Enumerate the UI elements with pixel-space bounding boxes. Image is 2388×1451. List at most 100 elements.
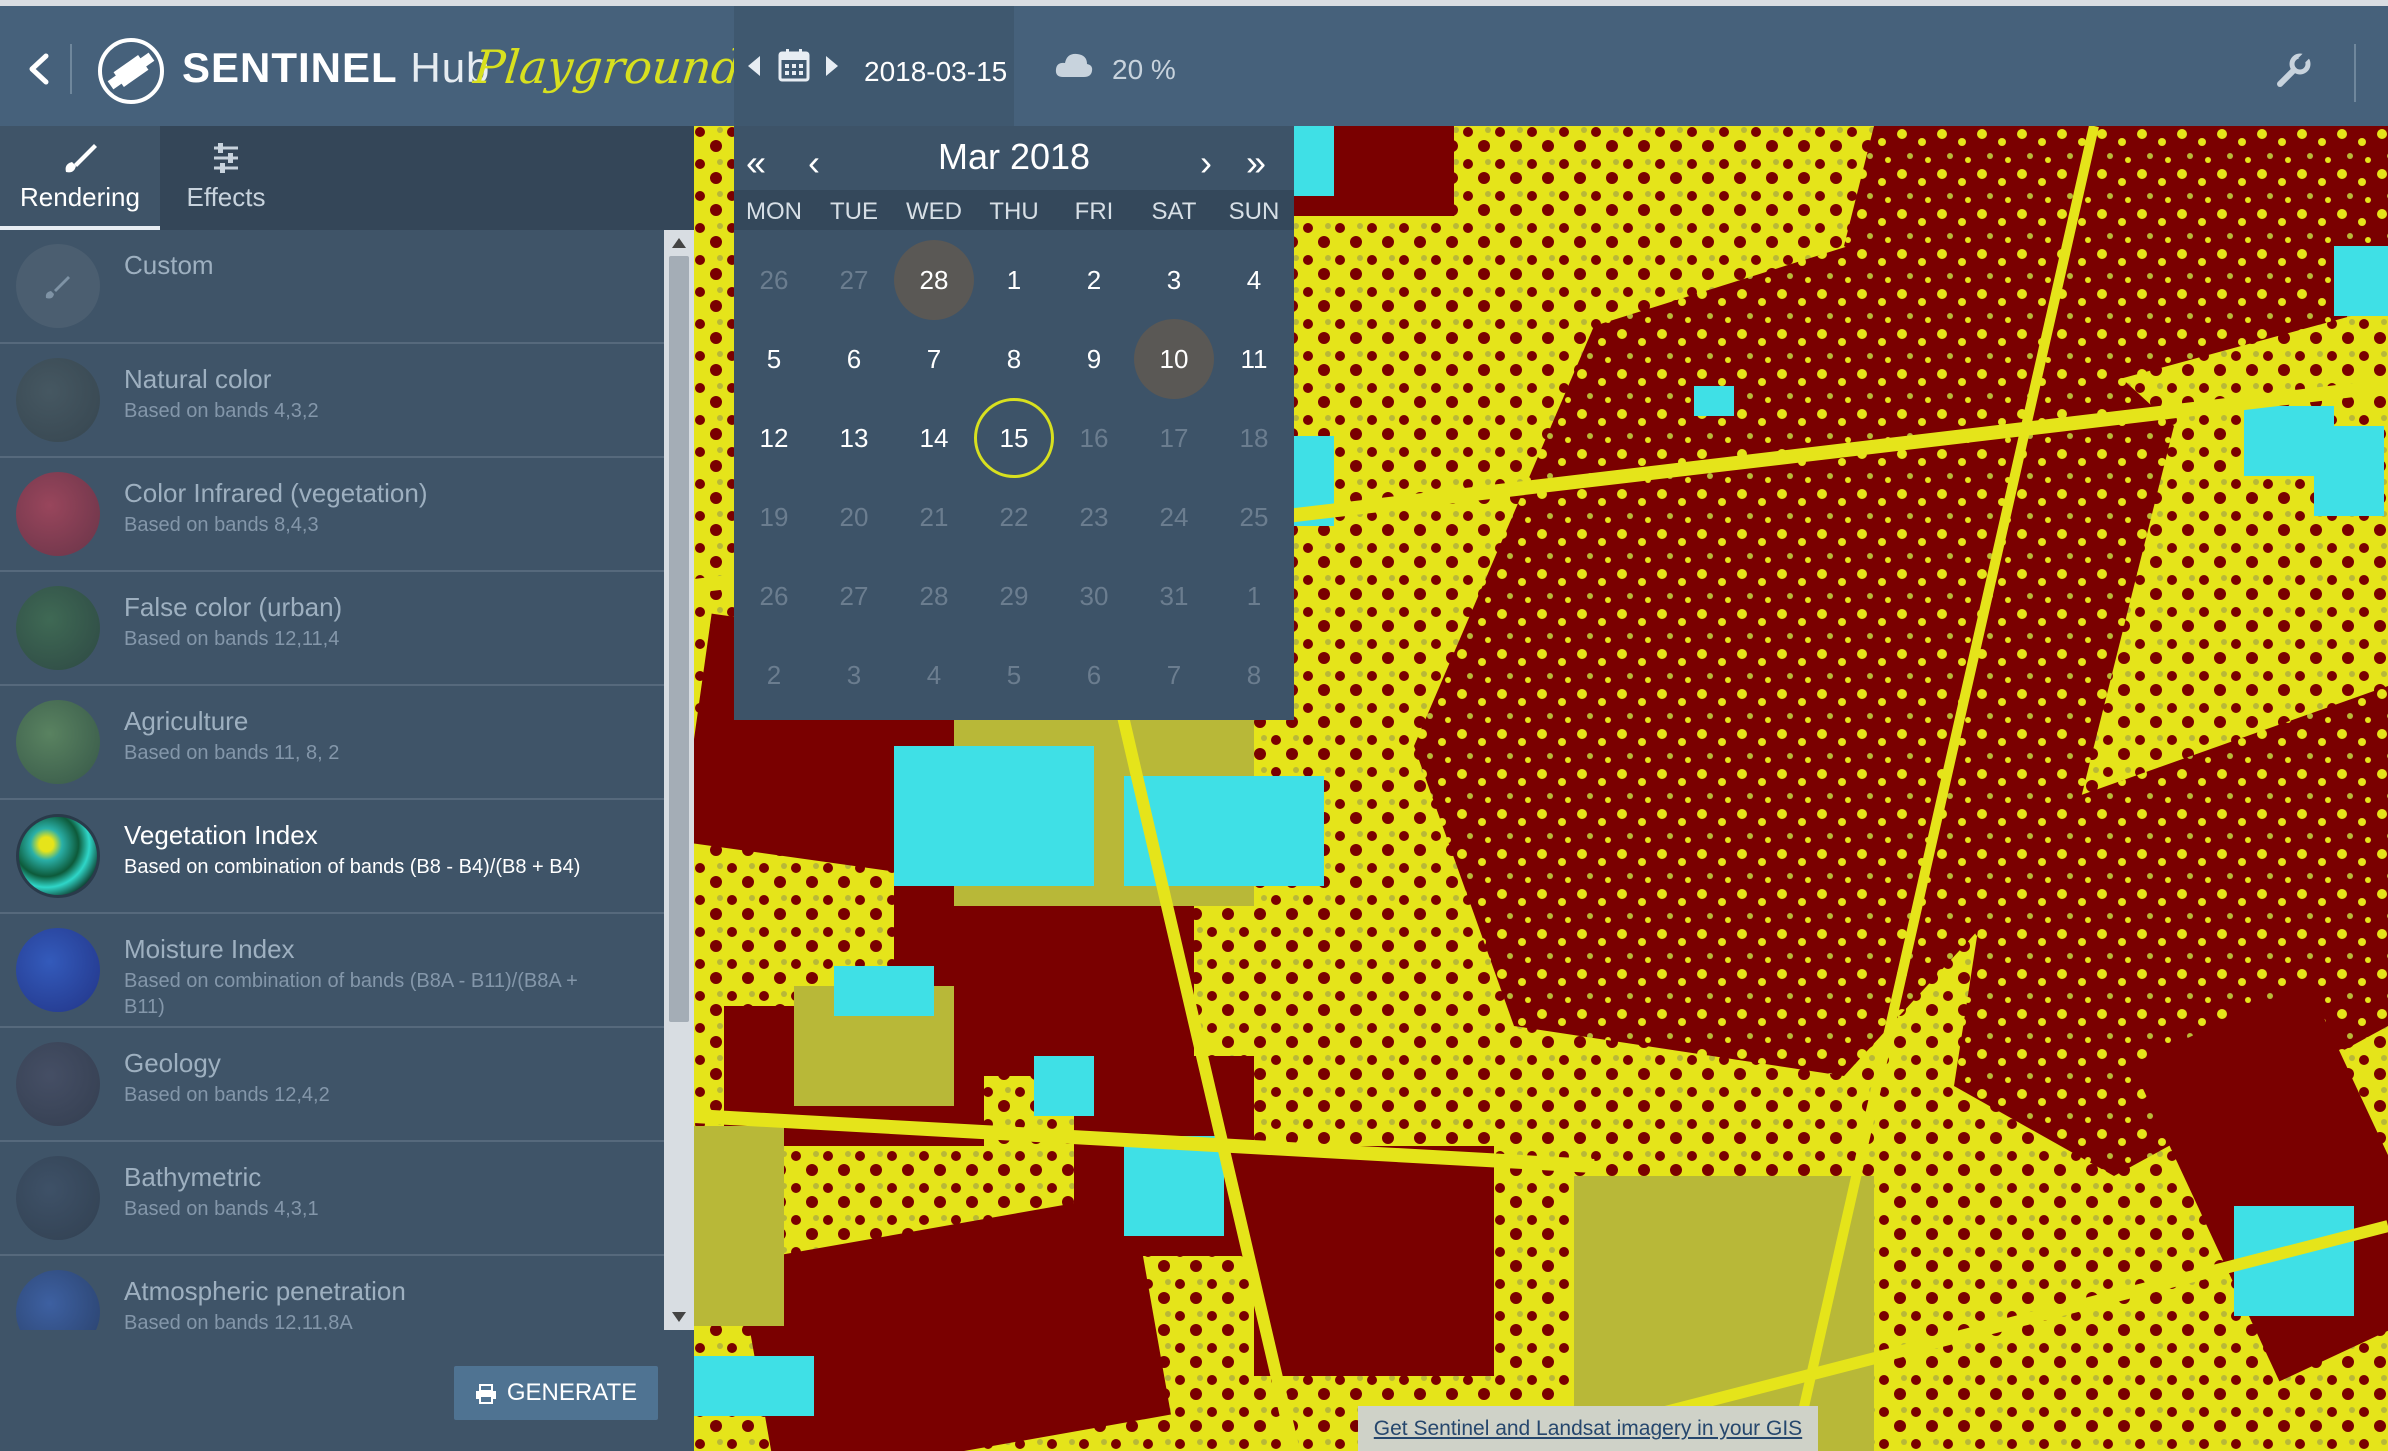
layer-thumbnail <box>16 472 100 556</box>
layer-item-bathymetric[interactable]: Bathymetric Based on bands 4,3,1 <box>0 1142 664 1256</box>
layer-item-atmospheric-penetration[interactable]: Atmospheric penetration Based on bands 1… <box>0 1256 664 1330</box>
layer-title: Natural color <box>124 364 272 394</box>
calendar-day: 24 <box>1159 502 1189 532</box>
next-date-arrow-icon[interactable] <box>826 56 838 76</box>
calendar-day: 4 <box>926 660 942 690</box>
calendar-day[interactable]: 5 <box>734 319 814 399</box>
layer-item-agriculture[interactable]: Agriculture Based on bands 11, 8, 2 <box>0 686 664 800</box>
layer-list[interactable]: Custom Natural color Based on bands 4,3,… <box>0 230 664 1330</box>
satellite-logo-icon <box>98 38 164 104</box>
calendar-day: 5 <box>1006 660 1022 690</box>
layer-description: Based on combination of bands (B8 - B4)/… <box>124 856 581 878</box>
calendar-day: 2 <box>766 660 782 690</box>
layer-title: Moisture Index <box>124 934 295 964</box>
layer-thumbnail <box>16 1270 100 1330</box>
scrollbar-thumb[interactable] <box>669 256 689 1022</box>
weekday-label: THU <box>989 198 1039 225</box>
layer-item-custom[interactable]: Custom <box>0 230 664 344</box>
layer-description: Based on bands 4,3,1 <box>124 1198 319 1220</box>
calendar-day: 29 <box>999 581 1029 611</box>
layer-description: Based on bands 12,11,8A <box>124 1312 353 1330</box>
layer-item-color-infrared[interactable]: Color Infrared (vegetation) Based on ban… <box>0 458 664 572</box>
calendar-icon[interactable] <box>778 48 810 82</box>
calendar-day[interactable]: 1 <box>974 240 1054 320</box>
calendar-day: 18 <box>1239 423 1269 453</box>
calendar-day[interactable]: 28 <box>894 240 974 320</box>
calendar-header: « ‹ Mar 2018 › » <box>734 126 1294 190</box>
layer-title: Geology <box>124 1048 221 1078</box>
layer-item-moisture-index[interactable]: Moisture Index Based on combination of b… <box>0 914 664 1028</box>
layer-thumbnail <box>16 586 100 670</box>
layer-description: Based on bands 8,4,3 <box>124 514 319 536</box>
calendar-day[interactable]: 9 <box>1054 319 1134 399</box>
layer-title: Bathymetric <box>124 1162 262 1192</box>
back-chevron-icon[interactable] <box>20 44 60 94</box>
top-bar: SENTINEL Hub Playground 2018-03-15 20 % <box>0 0 2388 126</box>
calendar-day: 21 <box>919 502 949 532</box>
wrench-icon[interactable] <box>2276 52 2312 88</box>
weekday-label: FRI <box>1074 198 1114 225</box>
layer-thumbnail <box>16 358 100 442</box>
attribution-link[interactable]: Get Sentinel and Landsat imagery in your… <box>1358 1406 1818 1451</box>
date-picker-calendar[interactable]: « ‹ Mar 2018 › » MON TUE WED THU FRI SAT… <box>734 126 1294 720</box>
calendar-day: 27 <box>839 265 869 295</box>
calendar-day[interactable]: 12 <box>734 398 814 478</box>
scroll-up-arrow-icon[interactable] <box>672 238 686 248</box>
calendar-day[interactable]: 2 <box>1054 240 1134 320</box>
calendar-day[interactable]: 10 <box>1134 319 1214 399</box>
date-input[interactable]: 2018-03-15 <box>864 56 1007 88</box>
layer-description: Based on bands 11, 8, 2 <box>124 742 340 764</box>
layer-item-natural-color[interactable]: Natural color Based on bands 4,3,2 <box>0 344 664 458</box>
calendar-day[interactable]: 13 <box>814 398 894 478</box>
calendar-day[interactable]: 11 <box>1214 319 1294 399</box>
layer-description: Based on bands 12,11,4 <box>124 628 340 650</box>
printer-icon <box>475 1383 496 1404</box>
previous-date-arrow-icon[interactable] <box>748 56 760 76</box>
calendar-day: 1 <box>1246 581 1262 611</box>
tab-rendering[interactable]: Rendering <box>0 126 160 230</box>
brush-icon <box>45 276 70 299</box>
tab-effects[interactable]: Effects <box>146 126 306 230</box>
generate-button[interactable]: GENERATE <box>454 1366 658 1420</box>
next-year-icon[interactable]: » <box>1246 142 1266 184</box>
cloud-icon[interactable] <box>1054 50 1094 80</box>
layer-description: Based on combination of bands (B8A - B11… <box>124 970 578 1018</box>
calendar-day[interactable]: 14 <box>894 398 974 478</box>
sliders-icon <box>214 143 238 173</box>
tab-label: Rendering <box>20 182 140 212</box>
cloud-coverage-value[interactable]: 20 % <box>1112 54 1176 86</box>
weekday-label: WED <box>906 198 962 225</box>
calendar-day-selected[interactable]: 15 <box>974 398 1054 478</box>
product-name: Playground <box>471 40 744 94</box>
layer-thumbnail <box>16 1042 100 1126</box>
layer-title: Agriculture <box>124 706 249 736</box>
calendar-day: 25 <box>1239 502 1269 532</box>
weekday-label: SUN <box>1228 198 1280 225</box>
calendar-day: 6 <box>1086 660 1102 690</box>
weekday-label: MON <box>746 198 802 225</box>
calendar-day: 8 <box>1246 660 1262 690</box>
calendar-day[interactable]: 8 <box>974 319 1054 399</box>
layer-title: Vegetation Index <box>124 820 318 850</box>
layer-title: False color (urban) <box>124 592 343 622</box>
calendar-day: 26 <box>759 265 789 295</box>
scroll-down-arrow-icon[interactable] <box>672 1312 686 1322</box>
calendar-day[interactable]: 7 <box>894 319 974 399</box>
layer-item-geology[interactable]: Geology Based on bands 12,4,2 <box>0 1028 664 1142</box>
next-month-icon[interactable]: › <box>1200 142 1212 184</box>
weekday-label: SAT <box>1151 198 1197 225</box>
calendar-day[interactable]: 4 <box>1214 240 1294 320</box>
calendar-day: 3 <box>846 660 862 690</box>
calendar-day[interactable]: 6 <box>814 319 894 399</box>
weekday-header: MON TUE WED THU FRI SAT SUN <box>734 190 1294 230</box>
calendar-day[interactable]: 3 <box>1134 240 1214 320</box>
layer-item-false-color-urban[interactable]: False color (urban) Based on bands 12,11… <box>0 572 664 686</box>
layer-thumbnail <box>16 814 100 898</box>
divider <box>2354 44 2356 102</box>
layer-item-vegetation-index[interactable]: Vegetation Index Based on combination of… <box>0 800 664 914</box>
brand-name: SENTINEL Hub <box>182 44 491 91</box>
calendar-day: 30 <box>1079 581 1109 611</box>
layer-list-scrollbar[interactable] <box>664 230 694 1330</box>
divider <box>70 44 72 94</box>
date-picker[interactable]: 2018-03-15 <box>734 6 1014 126</box>
